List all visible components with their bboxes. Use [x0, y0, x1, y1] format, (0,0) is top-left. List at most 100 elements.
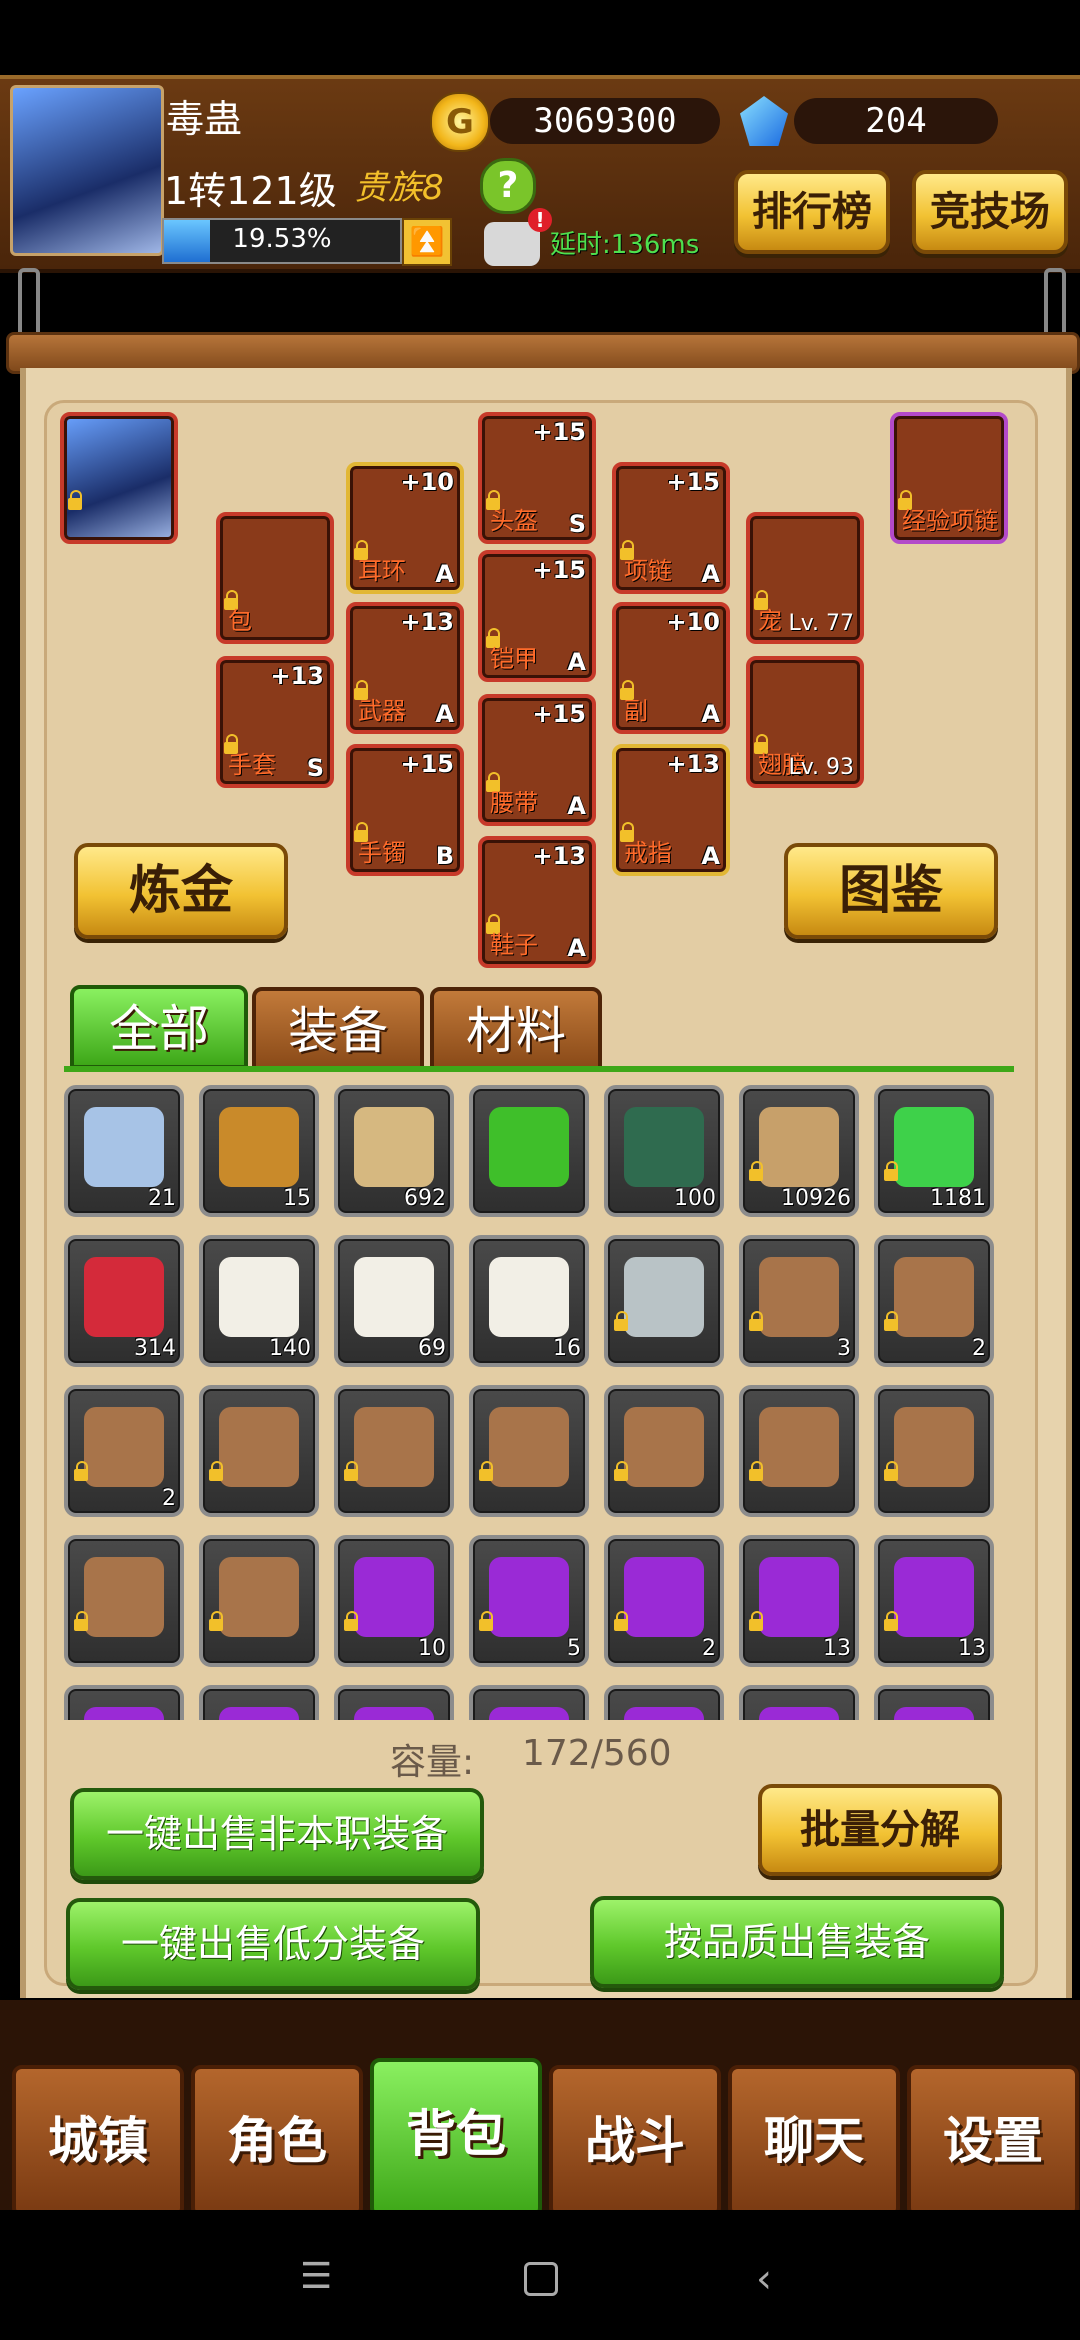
item-icon — [624, 1707, 704, 1720]
slot-label: 经验项链 — [902, 507, 998, 535]
item-count: 13 — [823, 1636, 851, 1661]
inventory-item[interactable] — [64, 1685, 184, 1720]
arena-button[interactable]: 竞技场 — [912, 170, 1068, 254]
inventory-item[interactable]: 2 — [64, 1385, 184, 1517]
item-count: 2 — [162, 1486, 176, 1511]
lock-icon — [209, 1611, 223, 1631]
inventory-item[interactable] — [334, 1685, 454, 1720]
inventory-item[interactable] — [469, 1085, 589, 1217]
equip-slot-10[interactable]: +15 手镯 B — [346, 744, 464, 876]
inventory-item[interactable] — [739, 1685, 859, 1720]
inventory-item[interactable]: 3 — [739, 1235, 859, 1367]
sell-by-quality-button[interactable]: 按品质出售装备 — [590, 1896, 1004, 1988]
inventory-grid[interactable]: 21 15 692 100 10926 1181 314 140 69 16 3 2 2 10 5 2 13 13 — [64, 1075, 1014, 1720]
inventory-item[interactable] — [874, 1685, 994, 1720]
item-icon — [489, 1257, 569, 1337]
equip-slot-2[interactable]: +15 头盔 S — [478, 412, 596, 544]
menu-icon[interactable]: ☰ — [300, 2259, 332, 2295]
inventory-item[interactable] — [469, 1385, 589, 1517]
nav-settings[interactable]: 设置 — [907, 2065, 1079, 2218]
inventory-item[interactable]: 314 — [64, 1235, 184, 1367]
inventory-item[interactable] — [874, 1385, 994, 1517]
item-count: 10 — [418, 1636, 446, 1661]
nav-backpack[interactable]: 背包 — [370, 2058, 542, 2218]
inventory-item[interactable]: 10926 — [739, 1085, 859, 1217]
equip-slot-8[interactable]: +10 副 A — [612, 602, 730, 734]
item-count: 5 — [567, 1636, 581, 1661]
item-icon — [624, 1107, 704, 1187]
expand-arrow-icon[interactable]: ⏫ — [402, 218, 452, 266]
inventory-item[interactable] — [199, 1385, 319, 1517]
inventory-item[interactable] — [739, 1385, 859, 1517]
grade-badge: A — [567, 792, 586, 820]
item-icon — [84, 1257, 164, 1337]
enhance-level: +15 — [400, 750, 454, 778]
sell-non-class-button[interactable]: 一键出售非本职装备 — [70, 1788, 484, 1880]
tab-materials[interactable]: 材料 — [430, 987, 602, 1071]
item-count: 10926 — [781, 1186, 851, 1211]
codex-button[interactable]: 图鉴 — [784, 843, 998, 939]
lock-icon — [479, 1461, 493, 1481]
inventory-item[interactable]: 69 — [334, 1235, 454, 1367]
inventory-item[interactable]: 692 — [334, 1085, 454, 1217]
inventory-item[interactable] — [604, 1685, 724, 1720]
inventory-item[interactable]: 2 — [874, 1235, 994, 1367]
nav-battle[interactable]: 战斗 — [549, 2065, 721, 2218]
equip-slot-7[interactable]: +15 铠甲 A — [478, 550, 596, 682]
equip-slot-6[interactable]: +13 武器 A — [346, 602, 464, 734]
grade-badge: S — [306, 754, 324, 782]
tab-all[interactable]: 全部 — [70, 985, 248, 1069]
enhance-level: +13 — [532, 842, 586, 870]
lock-icon — [884, 1311, 898, 1331]
inventory-item[interactable] — [199, 1535, 319, 1667]
nav-chat[interactable]: 聊天 — [728, 2065, 900, 2218]
home-icon[interactable] — [524, 2262, 558, 2296]
equip-slot-1[interactable]: +10 耳环 A — [346, 462, 464, 594]
ranking-button[interactable]: 排行榜 — [734, 170, 890, 254]
inventory-item[interactable] — [64, 1535, 184, 1667]
inventory-item[interactable] — [469, 1685, 589, 1720]
item-icon — [354, 1107, 434, 1187]
item-icon — [489, 1707, 569, 1720]
inventory-item[interactable]: 1181 — [874, 1085, 994, 1217]
inventory-item[interactable]: 140 — [199, 1235, 319, 1367]
equip-slot-11[interactable]: +15 腰带 A — [478, 694, 596, 826]
character-portrait-slot[interactable] — [60, 412, 178, 544]
equip-slot-9[interactable]: +13 手套 S — [216, 656, 334, 788]
sell-low-score-button[interactable]: 一键出售低分装备 — [66, 1898, 480, 1990]
help-icon[interactable]: ? — [480, 158, 536, 214]
inventory-item[interactable]: 5 — [469, 1535, 589, 1667]
inventory-item[interactable] — [199, 1685, 319, 1720]
player-avatar[interactable] — [10, 85, 164, 256]
inventory-item[interactable]: 15 — [199, 1085, 319, 1217]
slot-label: 鞋子 — [490, 931, 538, 959]
equip-slot-12[interactable]: +13 戒指 A — [612, 744, 730, 876]
inventory-item[interactable]: 16 — [469, 1235, 589, 1367]
alchemy-button[interactable]: 炼金 — [74, 843, 288, 939]
batch-decompose-button[interactable]: 批量分解 — [758, 1784, 1002, 1876]
nav-character[interactable]: 角色 — [191, 2065, 363, 2218]
enhance-level: +15 — [532, 556, 586, 584]
equip-slot-5[interactable]: 经验项链 — [890, 412, 1008, 544]
equip-slot-13[interactable]: 翅膀 Lv. 93 — [746, 656, 864, 788]
inventory-item[interactable]: 2 — [604, 1535, 724, 1667]
item-icon — [489, 1557, 569, 1637]
enhance-level: +10 — [666, 608, 720, 636]
equip-slot-3[interactable]: +15 项链 A — [612, 462, 730, 594]
tab-equipment[interactable]: 装备 — [252, 987, 424, 1071]
inventory-item[interactable]: 100 — [604, 1085, 724, 1217]
inventory-item[interactable] — [604, 1235, 724, 1367]
back-icon[interactable]: ‹ — [756, 2256, 772, 2302]
equip-slot-14[interactable]: +13 鞋子 A — [478, 836, 596, 968]
inventory-item[interactable]: 13 — [874, 1535, 994, 1667]
nav-town[interactable]: 城镇 — [12, 2065, 184, 2218]
inventory-item[interactable]: 13 — [739, 1535, 859, 1667]
inventory-item[interactable]: 21 — [64, 1085, 184, 1217]
inventory-item[interactable] — [604, 1385, 724, 1517]
inventory-item[interactable]: 10 — [334, 1535, 454, 1667]
item-icon — [84, 1707, 164, 1720]
equip-slot-0[interactable]: 包 — [216, 512, 334, 644]
equip-slot-4[interactable]: 宠 Lv. 77 — [746, 512, 864, 644]
lock-icon — [884, 1611, 898, 1631]
inventory-item[interactable] — [334, 1385, 454, 1517]
